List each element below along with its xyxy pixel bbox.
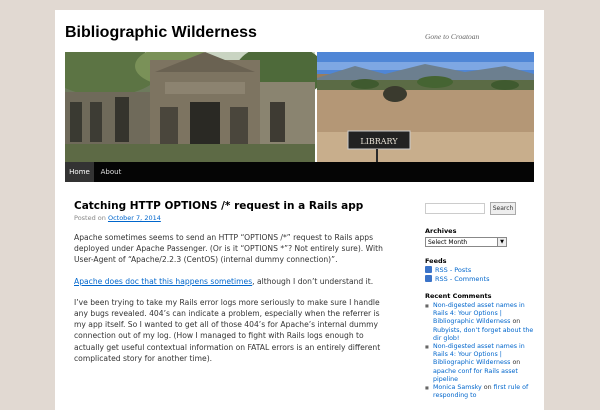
rss-posts-link[interactable]: RSS - Posts	[435, 266, 471, 274]
search-button[interactable]: Search	[490, 202, 516, 215]
post-paragraph-2: Apache does doc that this happens someti…	[74, 276, 389, 287]
comment-author-link[interactable]: Non-digested asset names in Rails 4: You…	[433, 343, 525, 366]
menu-item-home[interactable]: Home	[65, 162, 94, 182]
post-date-link[interactable]: October 7, 2014	[108, 214, 161, 222]
recent-comments-list: Non-digested asset names in Rails 4: You…	[425, 302, 535, 400]
comment-post-link[interactable]: Rubyists, don’t forget about the dir glo…	[433, 327, 533, 342]
rss-comments-link[interactable]: RSS - Comments	[435, 275, 489, 283]
comment-author-link[interactable]: Monica Samsky	[433, 384, 482, 391]
recent-comments-title: Recent Comments	[425, 292, 492, 300]
comment-author-link[interactable]: Non-digested asset names in Rails 4: You…	[433, 302, 525, 325]
post-paragraph-1: Apache sometimes seems to send an HTTP “…	[74, 233, 383, 265]
archives-dropdown[interactable]: Select Month ▼	[425, 237, 507, 247]
post-meta: Posted on October 7, 2014	[74, 214, 389, 222]
main-menu: Home About	[65, 162, 534, 182]
feeds-title: Feeds	[425, 257, 447, 265]
comment-on-label: on	[512, 318, 521, 326]
archives-title: Archives	[425, 227, 457, 235]
menu-item-about[interactable]: About	[94, 162, 128, 182]
archives-selected-value: Select Month	[428, 239, 468, 246]
post-paragraph-2-rest: , although I don’t understand it.	[252, 276, 374, 286]
rss-posts-row: RSS - Posts	[425, 265, 471, 275]
rss-icon	[425, 265, 432, 273]
site-tagline: Gone to Croatoan	[425, 32, 480, 41]
library-sign: LIBRARY	[360, 137, 398, 146]
search-input[interactable]	[425, 203, 485, 214]
post-paragraph-3: I’ve been trying to take my Rails error …	[74, 297, 381, 363]
post-content: Catching HTTP OPTIONS /* request in a Ra…	[74, 200, 389, 364]
page-wrapper: Bibliographic Wilderness Gone to Croatoa…	[55, 10, 544, 410]
posted-on-label: Posted on	[74, 214, 106, 222]
list-item: Non-digested asset names in Rails 4: You…	[425, 302, 535, 343]
rss-comments-row: RSS - Comments	[425, 274, 489, 284]
list-item: Monica Samsky on first rule of respondin…	[425, 384, 535, 400]
comment-on-label: on	[512, 359, 521, 367]
rss-icon	[425, 274, 432, 282]
header-banner-image: LIBRARY	[65, 52, 534, 165]
post-title[interactable]: Catching HTTP OPTIONS /* request in a Ra…	[74, 200, 389, 212]
banner-photo: LIBRARY	[65, 52, 534, 162]
apache-doc-link[interactable]: Apache does doc that this happens someti…	[74, 277, 252, 286]
comment-on-label: on	[483, 384, 492, 392]
list-item: Non-digested asset names in Rails 4: You…	[425, 343, 535, 384]
site-title[interactable]: Bibliographic Wilderness	[65, 24, 257, 42]
comment-post-link[interactable]: apache conf for Rails asset pipeline	[433, 368, 518, 383]
chevron-down-icon: ▼	[497, 238, 506, 246]
